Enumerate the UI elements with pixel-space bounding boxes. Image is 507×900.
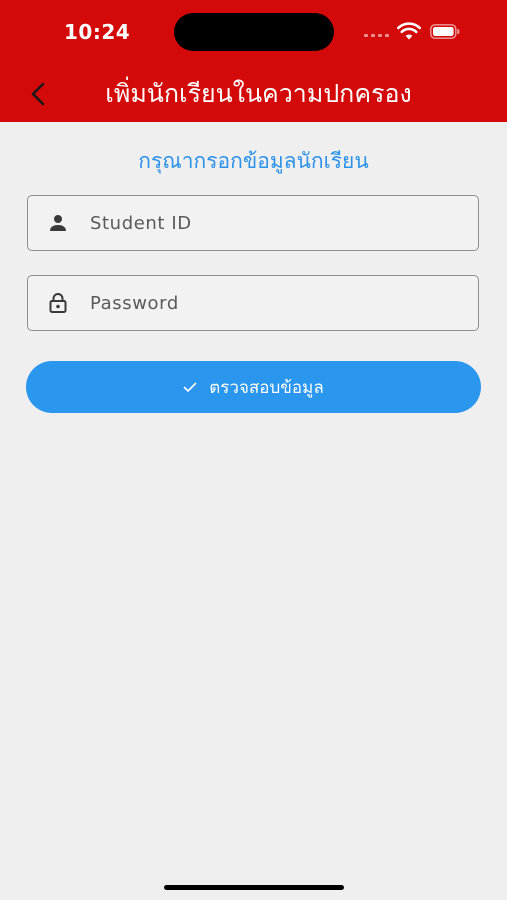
password-input[interactable] — [90, 276, 478, 330]
app-header: 10:24 เพิ่มนักเรียนในความปกครอง — [0, 0, 507, 122]
battery-icon — [430, 24, 460, 39]
password-field[interactable] — [27, 275, 479, 331]
page-title: เพิ่มนักเรียนในความปกครอง — [105, 79, 412, 108]
verify-button[interactable]: ตรวจสอบข้อมูล — [26, 361, 481, 413]
cellular-signal-icon — [364, 34, 389, 37]
person-icon — [50, 215, 66, 231]
dynamic-island — [174, 13, 334, 51]
verify-button-label: ตรวจสอบข้อมูล — [209, 377, 324, 398]
student-id-input[interactable] — [90, 196, 478, 250]
lock-icon — [49, 293, 67, 313]
status-time: 10:24 — [64, 20, 131, 44]
home-indicator[interactable] — [164, 885, 344, 890]
form-subtitle: กรุณากรอกข้อมูลนักเรียน — [138, 149, 369, 173]
chevron-left-icon — [31, 82, 45, 106]
check-icon — [183, 382, 197, 392]
student-id-field[interactable] — [27, 195, 479, 251]
navigation-bar: เพิ่มนักเรียนในความปกครอง — [0, 66, 507, 122]
wifi-icon — [397, 22, 421, 40]
back-button[interactable] — [22, 76, 58, 112]
